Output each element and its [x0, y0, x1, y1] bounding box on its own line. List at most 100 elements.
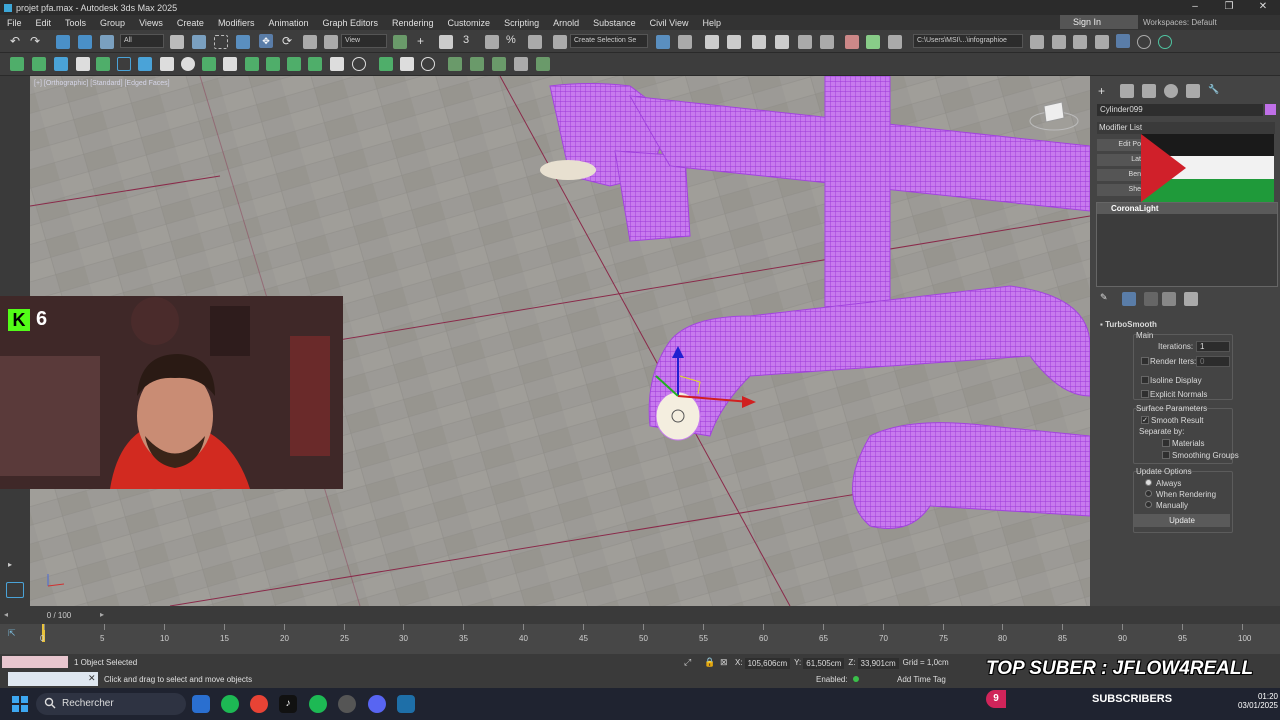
render-production-icon[interactable] [888, 35, 902, 49]
menu-arnold[interactable]: Arnold [546, 18, 586, 28]
object-color-swatch[interactable] [1265, 104, 1276, 115]
edit-named-selection-icon[interactable] [553, 35, 567, 49]
help-search-icon[interactable] [1137, 35, 1151, 49]
placement-icon[interactable] [324, 35, 338, 49]
absolute-mode-icon[interactable]: ⊠ [720, 657, 728, 668]
manually-radio[interactable] [1145, 501, 1152, 508]
modifier-stack-selected[interactable]: CoronaLight [1097, 203, 1277, 214]
select-and-rotate-icon[interactable]: ⟳ [282, 34, 296, 48]
render-iters-checkbox[interactable] [1141, 357, 1149, 365]
next-frame-icon[interactable]: ▸ [100, 610, 104, 619]
grid-icon[interactable] [308, 57, 322, 71]
project-settings-icon[interactable] [1073, 35, 1087, 49]
layer-explorer-icon[interactable] [727, 35, 741, 49]
scatter-icon[interactable] [379, 57, 393, 71]
viewport-label[interactable]: [+] [Orthographic] [Standard] [Edged Fac… [34, 80, 170, 87]
snaps-toggle-icon[interactable]: 3 [463, 34, 477, 48]
menu-file[interactable]: File [0, 18, 29, 28]
make-unique-icon[interactable] [1144, 292, 1158, 306]
interactive-icon[interactable] [223, 57, 237, 71]
array-icon[interactable] [536, 57, 550, 71]
menu-substance[interactable]: Substance [586, 18, 643, 28]
maximize-button[interactable]: ❐ [1212, 0, 1246, 15]
system-clock[interactable]: 01:20 03/01/2025 [1236, 692, 1278, 710]
spinner-snap-icon[interactable] [528, 35, 542, 49]
redo-icon[interactable]: ↷ [30, 34, 44, 48]
taskbar-search[interactable]: Rechercher [36, 693, 186, 715]
move-pivot-icon[interactable] [448, 57, 462, 71]
menu-rendering[interactable]: Rendering [385, 18, 441, 28]
close-listener-icon[interactable]: ✕ [88, 673, 96, 684]
menu-animation[interactable]: Animation [261, 18, 315, 28]
percent-snap-icon[interactable]: % [506, 34, 520, 48]
rollout-title[interactable]: ▪ TurboSmooth [1100, 320, 1157, 329]
close-button[interactable]: ✕ [1246, 0, 1280, 15]
unlink-icon[interactable] [78, 35, 92, 49]
curve-editor-icon[interactable] [775, 35, 789, 49]
eye-icon[interactable] [330, 57, 344, 71]
sign-in-button[interactable]: Sign In [1060, 15, 1138, 29]
pivot-center-icon[interactable] [393, 35, 407, 49]
select-object-icon[interactable] [170, 35, 184, 49]
create-tab-icon[interactable]: + [1098, 84, 1112, 98]
isoline-display-checkbox[interactable] [1141, 376, 1149, 384]
utilities-tab-icon[interactable]: 🔧 [1208, 84, 1222, 98]
teapot-icon[interactable] [181, 57, 195, 71]
x-coordinate-field[interactable]: 105,606cm [744, 658, 791, 669]
object-name-field[interactable]: Cylinder099 [1097, 104, 1263, 116]
select-and-move-icon[interactable]: ✥ [259, 34, 273, 48]
autodesk-account-icon[interactable] [1158, 35, 1172, 49]
frame-buffer-icon[interactable] [138, 57, 152, 71]
explicit-normals-checkbox[interactable] [1141, 390, 1149, 398]
render-iters-spinner[interactable]: 0 [1196, 356, 1230, 367]
select-by-name-icon[interactable] [192, 35, 206, 49]
track-bar-icon[interactable]: ⇱ [8, 628, 16, 639]
discord-icon[interactable] [368, 695, 386, 713]
expand-arrow-icon[interactable]: ▸ [8, 560, 22, 574]
modifier-list-dropdown[interactable]: Modifier List [1097, 122, 1275, 134]
time-slider[interactable]: ◂ ▸ [0, 606, 1090, 624]
scene-state-icon[interactable] [10, 57, 24, 71]
modifier-button-lattice[interactable]: Lat [1097, 154, 1147, 166]
info-icon[interactable] [421, 57, 435, 71]
arnold-icon[interactable] [96, 57, 110, 71]
menu-help[interactable]: Help [695, 18, 728, 28]
reference-coordinate-dropdown[interactable]: View [341, 34, 387, 48]
frame-counter[interactable]: 0 / 100 [44, 611, 74, 620]
camera-icon[interactable] [287, 57, 301, 71]
snowflake-icon[interactable] [76, 57, 90, 71]
save-project-icon[interactable] [1095, 35, 1109, 49]
modifier-stack[interactable] [1096, 202, 1278, 287]
select-manipulate-icon[interactable]: + [417, 34, 431, 48]
viewport-toggle-icon[interactable] [6, 582, 24, 598]
scale-tool-icon[interactable] [514, 57, 528, 71]
light-icon[interactable] [54, 57, 68, 71]
snap-pivot-icon[interactable] [470, 57, 484, 71]
menu-create[interactable]: Create [170, 18, 211, 28]
spotify-alt-icon[interactable] [309, 695, 327, 713]
always-radio[interactable] [1145, 479, 1152, 486]
menu-modifiers[interactable]: Modifiers [211, 18, 262, 28]
schematic-view-icon[interactable] [798, 35, 812, 49]
tiktok-icon[interactable]: ♪ [279, 695, 297, 713]
obs-icon[interactable] [338, 695, 356, 713]
selection-filter-dropdown[interactable]: All [120, 34, 164, 48]
scene-explorer-icon[interactable] [705, 35, 719, 49]
materials-checkbox[interactable] [1162, 439, 1170, 447]
modifier-button-bend[interactable]: Ben [1097, 169, 1147, 181]
windows-start-icon[interactable] [12, 696, 28, 712]
list-icon[interactable] [400, 57, 414, 71]
mirror-icon[interactable] [656, 35, 670, 49]
material-editor-icon[interactable] [820, 35, 834, 49]
motion-tab-icon[interactable] [1164, 84, 1178, 98]
project-folder-icon[interactable] [1030, 35, 1044, 49]
angle-snap-icon[interactable] [485, 35, 499, 49]
menu-graph-editors[interactable]: Graph Editors [315, 18, 385, 28]
smoothing-groups-checkbox[interactable] [1162, 451, 1170, 459]
sun-icon[interactable] [32, 57, 46, 71]
modifier-button-edit-poly[interactable]: Edit Po [1097, 139, 1147, 151]
configure-sets-icon[interactable] [1184, 292, 1198, 306]
render-setup-icon[interactable] [845, 35, 859, 49]
material-icon[interactable] [160, 57, 174, 71]
lock-selection-icon[interactable]: 🔒 [704, 657, 715, 668]
